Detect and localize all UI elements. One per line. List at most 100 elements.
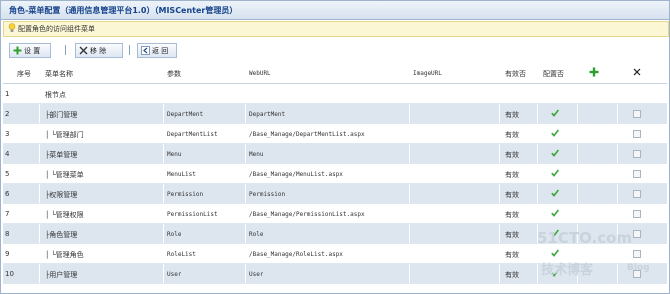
add-icon xyxy=(13,46,22,55)
title-bar: 角色-菜单配置（通用信息管理平台1.0）（MISCenter管理员） xyxy=(1,1,669,20)
row-checkbox[interactable] xyxy=(633,150,641,158)
row-menu-name: ├角色管理 xyxy=(45,231,78,239)
column-divider xyxy=(617,144,618,163)
row-index: 4 xyxy=(5,150,10,158)
header-valid: 有效否 xyxy=(505,70,526,78)
lightbulb-icon xyxy=(8,23,16,32)
check-icon xyxy=(551,169,559,177)
check-icon xyxy=(551,249,559,257)
column-divider xyxy=(39,104,40,123)
set-button[interactable]: 设 置 xyxy=(9,43,51,58)
watermark-line2: 技术博客 xyxy=(541,263,594,278)
column-divider xyxy=(409,264,410,283)
grid-header: 序号 菜单名称 参数 WebURL ImageURL 有效否 配置否 xyxy=(3,63,667,84)
row-weburl: Role xyxy=(249,231,264,238)
row-menu-name: │ └管理角色 xyxy=(45,251,84,259)
column-divider xyxy=(39,184,40,203)
column-divider xyxy=(245,144,246,163)
table-row[interactable]: 4 ├菜单管理 Menu Menu 有效 xyxy=(3,144,667,164)
table-row[interactable]: 5 │ └管理菜单 MenuList/Base_Manage/MenuList.as… xyxy=(3,164,667,184)
close-icon[interactable] xyxy=(633,68,641,76)
column-divider xyxy=(163,104,164,123)
column-divider xyxy=(537,104,538,123)
table-row[interactable]: 6 ├权限管理 Permission Permission 有效 xyxy=(3,184,667,204)
column-divider xyxy=(163,144,164,163)
row-weburl: DepartMent xyxy=(249,111,286,118)
row-index: 2 xyxy=(5,110,10,118)
back-icon xyxy=(141,46,150,55)
back-button-label: 返 回 xyxy=(152,47,169,55)
table-row[interactable]: 2 ├部门管理 DepartMent DepartMent 有效 xyxy=(3,104,667,124)
row-index: 5 xyxy=(5,170,10,178)
row-weburl: /Base_Manage/PermissionList.aspx xyxy=(249,211,365,218)
row-checkbox[interactable] xyxy=(633,130,641,138)
column-divider xyxy=(163,264,164,283)
check-icon xyxy=(551,109,559,117)
column-divider xyxy=(617,104,618,123)
hint-bar: 配置角色的访问组件菜单 xyxy=(3,21,669,37)
column-divider xyxy=(245,184,246,203)
column-divider xyxy=(577,184,578,203)
row-param: User xyxy=(167,271,182,278)
column-divider xyxy=(499,144,500,163)
row-index: 6 xyxy=(5,190,10,198)
row-param: DepartMent xyxy=(167,111,204,118)
table-row[interactable]: 7 │ └管理权限 PermissionList/Base_Manage/Permi… xyxy=(3,204,667,224)
remove-button[interactable]: 移 除 xyxy=(75,43,123,58)
table-row[interactable]: 1 根节点 xyxy=(3,84,667,104)
header-imageurl: ImageURL xyxy=(413,70,442,77)
remove-icon xyxy=(79,46,88,55)
column-divider xyxy=(409,224,410,243)
row-menu-name: ├权限管理 xyxy=(45,191,78,199)
column-divider xyxy=(409,144,410,163)
row-menu-name: ├用户管理 xyxy=(45,271,78,279)
row-checkbox[interactable] xyxy=(633,110,641,118)
column-divider xyxy=(409,184,410,203)
row-valid: 有效 xyxy=(505,131,519,139)
add-icon[interactable] xyxy=(589,67,599,77)
row-checkbox[interactable] xyxy=(633,210,641,218)
row-valid: 有效 xyxy=(505,271,519,279)
row-index: 3 xyxy=(5,130,10,138)
column-divider xyxy=(409,104,410,123)
row-menu-name: │ └管理部门 xyxy=(45,131,84,139)
row-menu-name: ├菜单管理 xyxy=(45,151,78,159)
row-valid: 有效 xyxy=(505,231,519,239)
check-icon xyxy=(551,189,559,197)
row-checkbox[interactable] xyxy=(633,170,641,178)
header-index: 序号 xyxy=(17,70,31,78)
row-weburl: /Base_Manage/RoleList.aspx xyxy=(249,251,343,258)
row-valid: 有效 xyxy=(505,211,519,219)
row-checkbox[interactable] xyxy=(633,250,641,258)
column-divider xyxy=(39,264,40,283)
row-index: 9 xyxy=(5,250,10,258)
row-menu-name: 根节点 xyxy=(45,91,66,99)
column-divider xyxy=(499,184,500,203)
row-weburl: User xyxy=(249,271,264,278)
column-divider xyxy=(577,104,578,123)
check-icon xyxy=(551,129,559,137)
row-valid: 有效 xyxy=(505,171,519,179)
row-param: DepartMentList xyxy=(167,131,218,138)
header-menu-name: 菜单名称 xyxy=(45,70,73,78)
column-divider xyxy=(39,224,40,243)
column-divider xyxy=(499,104,500,123)
row-param: Menu xyxy=(167,151,182,158)
row-checkbox[interactable] xyxy=(633,190,641,198)
row-menu-name: │ └管理菜单 xyxy=(45,171,84,179)
row-index: 10 xyxy=(5,270,14,278)
watermark-line3: Blog xyxy=(627,263,650,273)
column-divider xyxy=(163,184,164,203)
column-divider xyxy=(537,264,538,283)
row-weburl: Menu xyxy=(249,151,264,158)
table-row[interactable]: 3 │ └管理部门 DepartMentList/Base_Manage/Depar… xyxy=(3,124,667,144)
column-divider xyxy=(163,224,164,243)
header-weburl: WebURL xyxy=(249,70,271,77)
column-divider xyxy=(537,184,538,203)
check-icon xyxy=(551,149,559,157)
row-param: PermissionList xyxy=(167,211,218,218)
back-button[interactable]: 返 回 xyxy=(137,43,177,58)
header-configured: 配置否 xyxy=(543,70,564,78)
row-index: 8 xyxy=(5,230,10,238)
row-checkbox[interactable] xyxy=(633,230,641,238)
